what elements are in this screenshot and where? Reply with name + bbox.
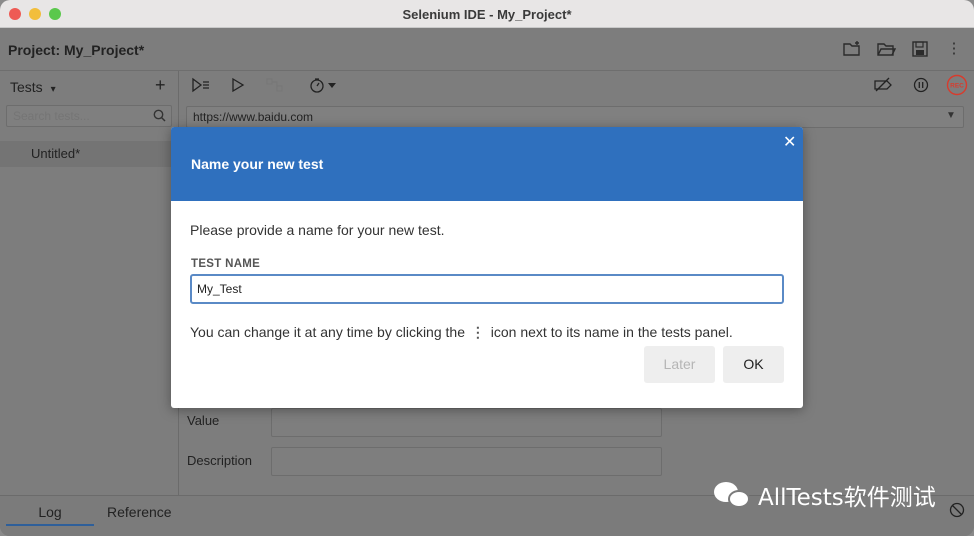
watermark-text: AllTests软件测试 [758, 485, 936, 511]
record-button[interactable]: REC [946, 74, 968, 99]
run-all-tests-icon[interactable] [191, 77, 211, 96]
project-actions: ⋮ [842, 40, 964, 58]
add-test-icon[interactable]: + [155, 75, 166, 96]
test-name-input[interactable] [190, 274, 784, 304]
run-toolbar: REC [180, 71, 974, 101]
step-over-icon[interactable] [266, 77, 284, 96]
watermark: AllTests软件测试 [714, 478, 936, 512]
chevron-down-icon[interactable]: ▼ [946, 110, 956, 121]
tab-log[interactable]: Log [6, 504, 94, 526]
title-bar: Selenium IDE - My_Project* [0, 0, 974, 28]
ok-button[interactable]: OK [723, 346, 784, 383]
tab-reference[interactable]: Reference [107, 504, 172, 520]
speed-timer-icon[interactable] [309, 77, 339, 96]
kebab-menu-icon: ⋮ [470, 324, 485, 340]
dialog-hint: You can change it at any time by clickin… [190, 324, 733, 341]
open-project-icon[interactable] [876, 40, 897, 58]
record-label: REC [950, 83, 964, 90]
test-name-label: TEST NAME [191, 258, 261, 270]
tests-dropdown[interactable]: Tests ▾ [10, 79, 56, 95]
search-icon [153, 109, 166, 125]
dialog-title: Name your new test [191, 156, 324, 172]
close-icon[interactable]: ✕ [783, 132, 796, 152]
app-window: Selenium IDE - My_Project* Project: My_P… [0, 0, 974, 536]
later-button[interactable]: Later [644, 346, 715, 383]
base-url-input[interactable]: https://www.baidu.com [186, 106, 964, 128]
project-bar: Project: My_Project* ⋮ [0, 28, 974, 71]
wechat-logo-icon [714, 480, 752, 510]
value-input[interactable] [271, 408, 662, 437]
window-title: Selenium IDE - My_Project* [402, 7, 572, 22]
disable-breakpoints-icon[interactable] [873, 77, 893, 96]
save-project-icon[interactable] [910, 40, 930, 58]
description-input[interactable] [271, 447, 662, 476]
test-list-item[interactable]: Untitled* [0, 141, 179, 167]
search-tests-input[interactable] [6, 105, 172, 127]
dialog-prompt: Please provide a name for your new test. [190, 222, 445, 238]
new-project-icon[interactable] [842, 40, 862, 58]
new-test-dialog: Name your new test ✕ Please provide a na… [171, 127, 803, 408]
dialog-header: Name your new test ✕ [171, 127, 803, 201]
value-label: Value [187, 413, 220, 428]
tests-header-label: Tests [10, 79, 43, 95]
project-name: Project: My_Project* [8, 42, 145, 58]
pause-icon[interactable] [913, 77, 929, 96]
more-options-icon[interactable]: ⋮ [944, 40, 964, 58]
hint-text-after: icon next to its name in the tests panel… [490, 324, 733, 340]
chevron-down-icon: ▾ [50, 84, 56, 95]
tests-sidebar: Tests ▾ + Untitled* [0, 71, 179, 495]
clear-log-icon[interactable] [949, 502, 965, 523]
hint-text-before: You can change it at any time by clickin… [190, 324, 465, 340]
run-test-icon[interactable] [231, 77, 245, 96]
description-label: Description [187, 453, 253, 468]
